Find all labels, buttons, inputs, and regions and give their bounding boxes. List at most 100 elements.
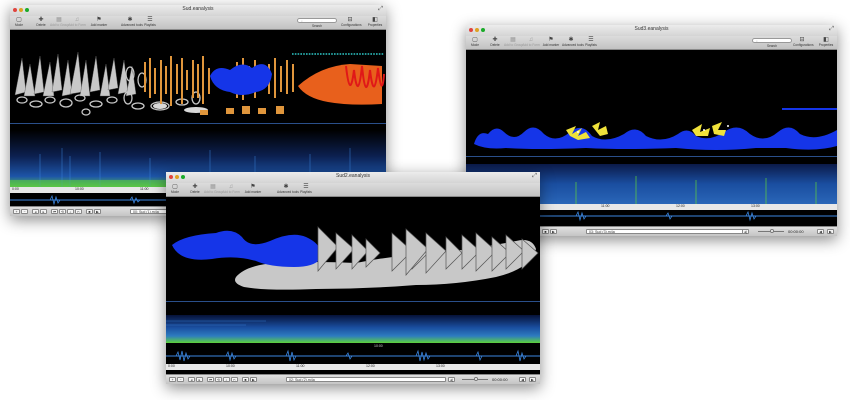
volume-knob[interactable] xyxy=(770,229,774,233)
remove-button[interactable]: − xyxy=(177,377,184,382)
add-to-form-button[interactable]: ♫ Add to Form xyxy=(222,184,240,194)
configurations-button[interactable]: ⊟ Configurations xyxy=(341,17,362,27)
remove-button[interactable]: − xyxy=(21,209,28,214)
add-marker-button[interactable]: ⚑ Add marker xyxy=(244,184,262,194)
toolbar: ▢ Mode ✚ Delete ▦ Add to Group ♫ Add to Form… xyxy=(466,36,837,50)
configurations-button[interactable]: ⊟ Configurations xyxy=(793,37,814,47)
loop-button[interactable]: ⟲ xyxy=(59,209,66,214)
ruler-tick: 10:00 xyxy=(75,187,84,191)
rewind-button[interactable]: ◂ xyxy=(188,377,195,382)
add-marker-button[interactable]: ⚑ Add marker xyxy=(90,17,108,27)
play-button[interactable]: ▶ xyxy=(550,229,557,234)
time-ruler[interactable]: 0:00 10:00 11:00 12:00 13:00 xyxy=(166,364,540,370)
volume-icon[interactable]: ◂) xyxy=(742,229,749,234)
mode-button[interactable]: ▢ Mode xyxy=(166,184,184,194)
scissors-button[interactable]: ✂ xyxy=(75,209,82,214)
properties-label: Properties xyxy=(818,43,834,47)
play-button[interactable]: ▶ xyxy=(250,377,257,382)
stop-button[interactable]: ■ xyxy=(86,209,93,214)
spectrogram-time-label: 10:00 xyxy=(374,344,383,348)
ruler-tick: 0:00 xyxy=(12,187,19,191)
delete-button[interactable]: ✚ Delete xyxy=(186,184,204,194)
title-bar: Sud3.eanalysis ⤢ xyxy=(466,25,837,36)
analysis-visual[interactable] xyxy=(166,197,540,301)
mode-button[interactable]: ▢ Mode xyxy=(10,17,28,27)
add-to-form-button[interactable]: ♫ Add to Form xyxy=(522,37,540,47)
add-to-group-button[interactable]: ▦ Add to Group xyxy=(50,17,69,27)
loop-button[interactable]: ⟲ xyxy=(215,377,222,382)
add-marker-label: Add marker xyxy=(90,23,108,27)
go-start-button[interactable]: ⏮ xyxy=(51,209,58,214)
analysis-visual[interactable] xyxy=(466,50,837,155)
mode-button[interactable]: ▢ Mode xyxy=(466,37,484,47)
divider xyxy=(10,123,386,124)
ruler-tick: 12:00 xyxy=(676,204,685,208)
play-end-button[interactable]: ▶ xyxy=(529,377,536,382)
stop-button[interactable]: ■ xyxy=(242,377,249,382)
playlists-label: Playlists xyxy=(585,43,597,47)
forward-button[interactable]: ▸ xyxy=(196,377,203,382)
add-to-group-button[interactable]: ▦ Add to Group xyxy=(204,184,223,194)
play-end-button[interactable]: ▶ xyxy=(827,229,834,234)
search-input[interactable]: ⌕ xyxy=(752,38,792,43)
delete-label: Delete xyxy=(36,23,46,27)
fullscreen-icon[interactable]: ⤢ xyxy=(378,6,383,13)
playlists-button[interactable]: ☰ Playlists xyxy=(141,17,159,27)
spectrogram[interactable] xyxy=(166,315,540,343)
rewind-end-button[interactable]: ◀ xyxy=(817,229,824,234)
mode-label: Mode xyxy=(15,23,23,27)
analysis-visual[interactable] xyxy=(10,30,386,123)
add-to-group-button[interactable]: ▦ Add to Group xyxy=(504,37,523,47)
scissors-button[interactable]: ✂ xyxy=(231,377,238,382)
add-to-form-button[interactable]: ♫ Add to Form xyxy=(68,17,86,27)
zoom-button[interactable]: ⌕ xyxy=(67,209,74,214)
ruler-tick: 0:00 xyxy=(168,364,175,368)
go-start-button[interactable]: ⏮ xyxy=(207,377,214,382)
add-marker-button[interactable]: ⚑ Add marker xyxy=(542,37,560,47)
search-label: Search xyxy=(311,24,323,28)
add-button[interactable]: + xyxy=(13,209,20,214)
add-marker-label: Add marker xyxy=(244,190,262,194)
volume-knob[interactable] xyxy=(474,377,478,381)
search-label: Search xyxy=(766,44,778,48)
track-select[interactable]: 02: Sud (2).m4a xyxy=(286,377,446,382)
playlists-button[interactable]: ☰ Playlists xyxy=(582,37,600,47)
divider xyxy=(166,301,540,302)
configurations-label: Configurations xyxy=(793,43,814,47)
track-select[interactable]: 03: Sud (3).m4a xyxy=(586,229,746,234)
ruler-tick: 12:00 xyxy=(366,364,375,368)
ruler-tick: 11:00 xyxy=(601,204,610,208)
transport-bar: + − ◂ ▸ ⏮ ⟲ ⌕ ✂ ■ ▶ 02: Sud (2).m4a ◂) 0… xyxy=(166,374,540,384)
rewind-end-button[interactable]: ◀ xyxy=(519,377,526,382)
fullscreen-icon[interactable]: ⤢ xyxy=(532,173,537,180)
time-display: 00:00:00 xyxy=(788,229,804,234)
zoom-button[interactable]: ⌕ xyxy=(223,377,230,382)
properties-label: Properties xyxy=(367,23,383,27)
add-to-group-label: Add to Group xyxy=(204,190,223,194)
divider xyxy=(466,156,837,157)
delete-button[interactable]: ✚ Delete xyxy=(32,17,50,27)
play-button[interactable]: ▶ xyxy=(94,209,101,214)
stop-button[interactable]: ■ xyxy=(542,229,549,234)
toolbar: ▢ Mode ✚ Delete ▦ Add to Group ♫ Add to Form… xyxy=(166,183,540,197)
advanced-tools-button[interactable]: ✱ Advanced tools xyxy=(277,184,299,194)
mode-label: Mode xyxy=(171,190,179,194)
fullscreen-icon[interactable]: ⤢ xyxy=(829,26,834,33)
delete-button[interactable]: ✚ Delete xyxy=(486,37,504,47)
volume-icon[interactable]: ◂) xyxy=(448,377,455,382)
add-marker-label: Add marker xyxy=(542,43,560,47)
advanced-tools-button[interactable]: ✱ Advanced tools xyxy=(121,17,143,27)
add-button[interactable]: + xyxy=(169,377,176,382)
window-title: Sud2.eanalysis xyxy=(336,173,370,179)
ruler-tick: 10:00 xyxy=(226,364,235,368)
rewind-button[interactable]: ◂ xyxy=(32,209,39,214)
time-display: 00:00:00 xyxy=(492,377,508,382)
search-input[interactable]: ⌕ xyxy=(297,18,337,23)
forward-button[interactable]: ▸ xyxy=(40,209,47,214)
waveform[interactable] xyxy=(166,349,540,363)
properties-button[interactable]: ◧ Properties xyxy=(817,37,835,47)
ruler-tick: 13:00 xyxy=(436,364,445,368)
playlists-button[interactable]: ☰ Playlists xyxy=(297,184,315,194)
properties-button[interactable]: ◧ Properties xyxy=(366,17,384,27)
advanced-tools-button[interactable]: ✱ Advanced tools xyxy=(562,37,584,47)
